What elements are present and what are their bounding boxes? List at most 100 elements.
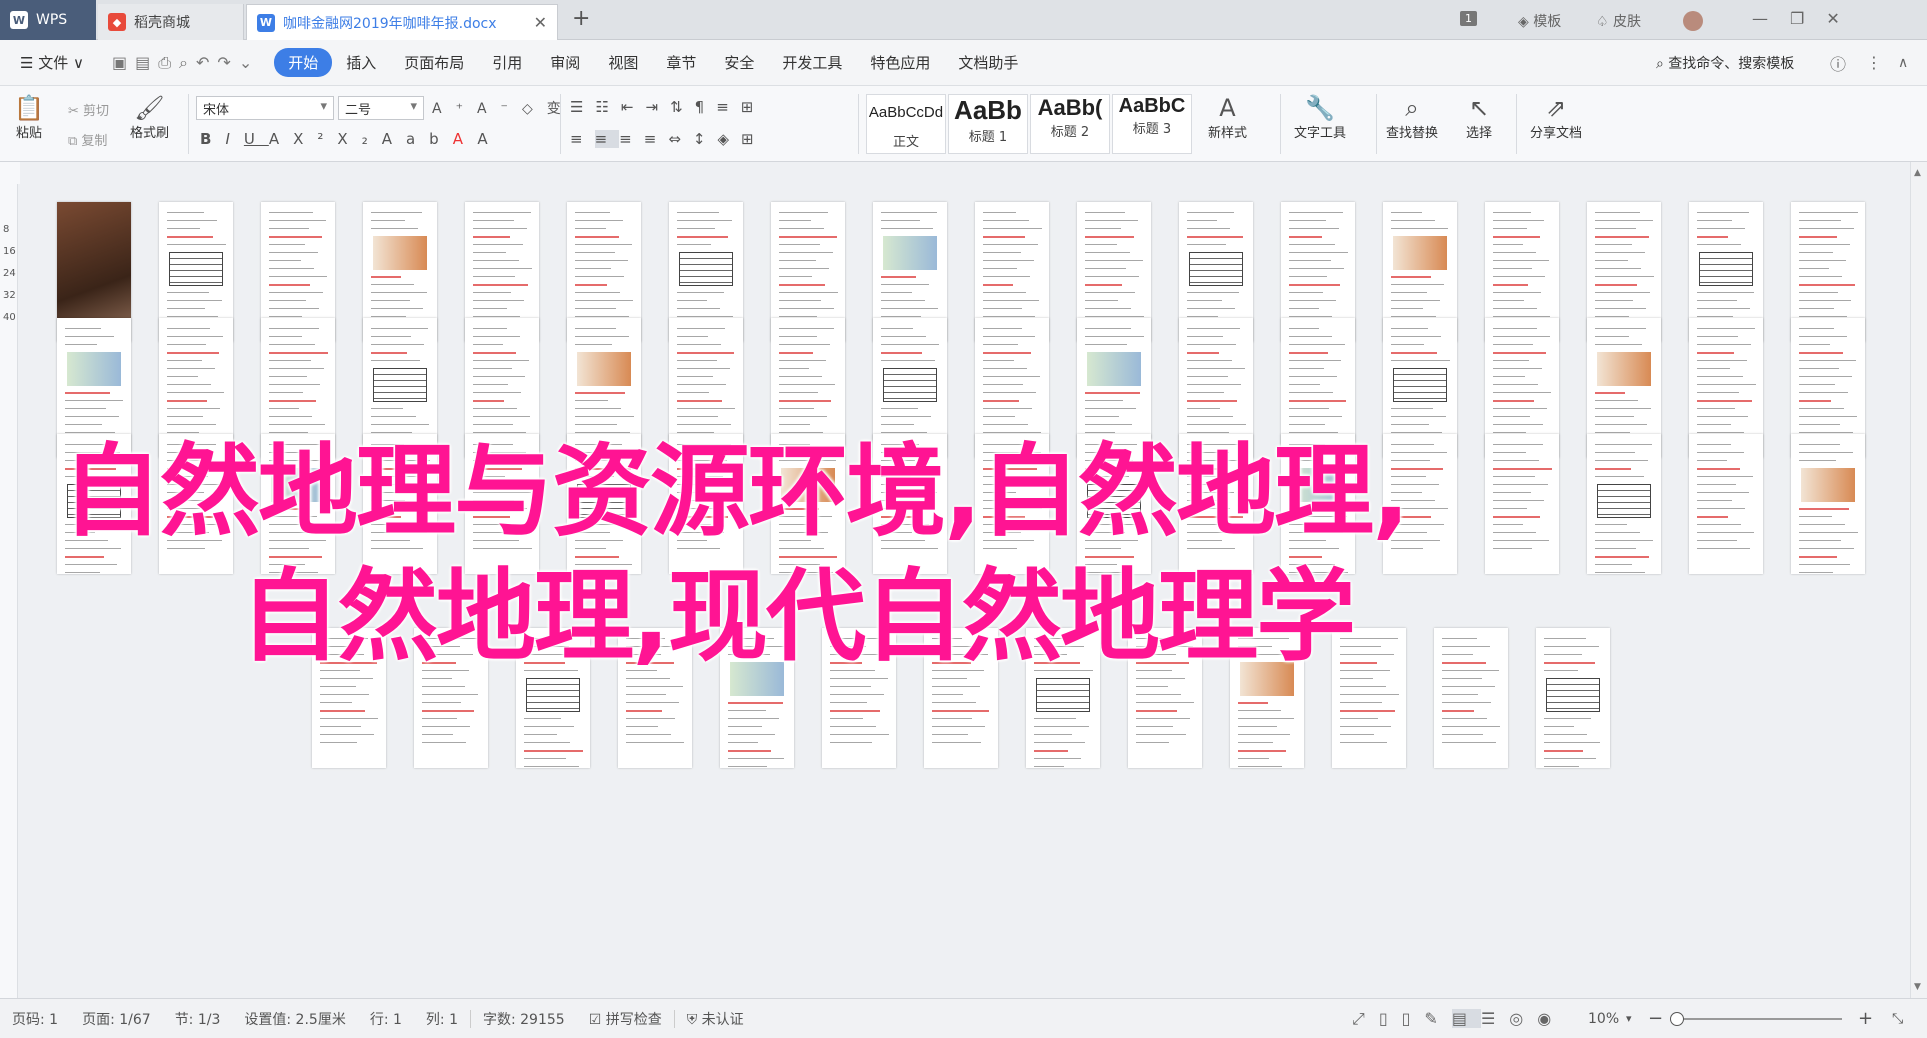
align-center-icon[interactable]: ≡ bbox=[594, 130, 620, 148]
text-effect-icon[interactable]: A bbox=[382, 130, 406, 148]
template-button[interactable]: ◈ 模板 bbox=[1518, 11, 1561, 31]
clear-format-icon[interactable]: ◇ bbox=[522, 101, 547, 117]
menu-file[interactable]: ☰ 文件 ∨ bbox=[0, 52, 98, 73]
new-style-button[interactable]: A 新样式 bbox=[1208, 94, 1247, 141]
strikethrough-icon[interactable]: A bbox=[269, 130, 293, 148]
print-preview-icon[interactable]: ⌕ bbox=[179, 53, 196, 72]
distribute-icon[interactable]: ⇔ bbox=[668, 130, 693, 148]
text-tools-button[interactable]: 🔧 文字工具 bbox=[1294, 94, 1346, 141]
font-color-icon[interactable]: A bbox=[453, 130, 478, 148]
collapse-ribbon-icon[interactable]: ∧ bbox=[1898, 55, 1908, 71]
cut-button[interactable]: ✂ 剪切 bbox=[68, 100, 109, 119]
shading-icon[interactable]: ◈ bbox=[717, 130, 741, 148]
superscript-icon[interactable]: X² bbox=[293, 130, 337, 148]
status-page[interactable]: 页面: 1/67 bbox=[70, 1009, 163, 1029]
status-col[interactable]: 列: 1 bbox=[414, 1009, 470, 1029]
numbering-icon[interactable]: ☷ bbox=[595, 98, 620, 116]
scroll-up-icon[interactable]: ▲ bbox=[1914, 168, 1921, 178]
zoom-dropdown-icon[interactable]: ▾ bbox=[1626, 1012, 1632, 1025]
font-name-select[interactable]: 宋体 ▾ bbox=[196, 96, 334, 120]
close-tab-icon[interactable]: ✕ bbox=[534, 13, 547, 32]
page-thumbnail[interactable] bbox=[1587, 434, 1661, 574]
grow-font-icon[interactable]: A⁺ bbox=[432, 101, 477, 117]
eye-protection-icon[interactable]: ◉ bbox=[1537, 1009, 1565, 1028]
zoom-level[interactable]: 10% bbox=[1588, 1011, 1619, 1027]
menu-page-layout[interactable]: 页面布局 bbox=[390, 52, 478, 73]
zoom-in-icon[interactable]: + bbox=[1858, 1008, 1873, 1029]
find-replace-button[interactable]: ⌕ 查找替换 bbox=[1386, 94, 1438, 141]
line-spacing-icon[interactable]: ≡ bbox=[716, 98, 741, 116]
customize-icon[interactable]: ⌄ bbox=[239, 53, 260, 72]
zoom-slider-thumb[interactable] bbox=[1670, 1012, 1684, 1026]
style-heading-2[interactable]: AaBb( 标题 2 bbox=[1030, 94, 1110, 154]
show-marks-icon[interactable]: ¶ bbox=[695, 98, 717, 116]
help-icon[interactable]: ⓘ bbox=[1830, 51, 1846, 75]
status-word-count[interactable]: 字数: 29155 bbox=[471, 1009, 577, 1029]
new-tab-button[interactable]: + bbox=[572, 6, 590, 31]
page-thumbnail[interactable] bbox=[1485, 434, 1559, 574]
style-normal[interactable]: AaBbCcDd 正文 bbox=[866, 94, 946, 154]
italic-icon[interactable]: I bbox=[225, 130, 243, 148]
menu-features[interactable]: 特色应用 bbox=[856, 52, 944, 73]
close-window-icon[interactable]: ✕ bbox=[1826, 9, 1861, 28]
highlight-icon[interactable]: ab bbox=[406, 130, 453, 148]
skin-button[interactable]: ♤ 皮肤 bbox=[1596, 11, 1641, 31]
print-icon[interactable]: ⎙ bbox=[158, 53, 179, 72]
menu-security[interactable]: 安全 bbox=[710, 52, 768, 73]
scroll-down-icon[interactable]: ▼ bbox=[1914, 982, 1921, 992]
tab-store[interactable]: ◆ 稻壳商城 bbox=[98, 4, 244, 40]
status-page-number[interactable]: 页码: 1 bbox=[0, 1009, 70, 1029]
vertical-scrollbar[interactable]: ▲ ▼ bbox=[1910, 162, 1927, 998]
fit-icon[interactable]: ⤡ bbox=[1892, 1011, 1903, 1027]
shrink-font-icon[interactable]: A⁻ bbox=[477, 101, 522, 117]
table-border-icon[interactable]: ⊞ bbox=[741, 130, 766, 148]
copy-button[interactable]: ⧉ 复制 bbox=[68, 130, 107, 149]
avatar[interactable] bbox=[1683, 11, 1703, 31]
page-view-icon[interactable]: ▤ bbox=[1451, 1008, 1481, 1028]
fullscreen-icon[interactable]: ⤢ bbox=[1352, 1009, 1379, 1028]
page-thumbnail[interactable] bbox=[1689, 434, 1763, 574]
save-icon[interactable]: ▣ bbox=[112, 53, 135, 72]
minimize-icon[interactable]: — bbox=[1752, 9, 1790, 28]
bullets-icon[interactable]: ☰ bbox=[570, 98, 595, 116]
export-pdf-icon[interactable]: ▤ bbox=[135, 53, 158, 72]
tab-document[interactable]: W 咖啡金融网2019年咖啡年报.docx ✕ bbox=[246, 4, 558, 40]
char-shading-icon[interactable]: A bbox=[477, 130, 501, 148]
edit-mode-icon[interactable]: ✎ bbox=[1424, 1009, 1451, 1028]
justify-icon[interactable]: ≡ bbox=[644, 130, 669, 148]
menu-doc-assistant[interactable]: 文档助手 bbox=[944, 52, 1032, 73]
menu-view[interactable]: 视图 bbox=[594, 52, 652, 73]
undo-icon[interactable]: ↶ bbox=[196, 53, 217, 72]
more-icon[interactable]: ⋮ bbox=[1866, 53, 1882, 72]
reading-mode-icon[interactable]: ▯▯ bbox=[1379, 1009, 1425, 1028]
share-document-button[interactable]: ⇗ 分享文档 bbox=[1530, 94, 1582, 141]
font-size-select[interactable]: 二号 ▾ bbox=[338, 96, 424, 120]
decrease-indent-icon[interactable]: ⇤ bbox=[621, 98, 646, 116]
spacing-icon[interactable]: ↕ bbox=[693, 130, 718, 148]
style-heading-1[interactable]: AaBb 标题 1 bbox=[948, 94, 1028, 154]
borders-icon[interactable]: ⊞ bbox=[741, 98, 766, 116]
spell-check-button[interactable]: ☑ 拼写检查 bbox=[577, 1009, 674, 1029]
status-row[interactable]: 行: 1 bbox=[358, 1009, 414, 1029]
page-thumbnail[interactable] bbox=[1536, 628, 1610, 768]
outline-view-icon[interactable]: ☰ bbox=[1481, 1009, 1509, 1028]
format-painter-button[interactable]: 🖌 格式刷 bbox=[130, 94, 169, 141]
bold-icon[interactable]: B bbox=[200, 130, 225, 148]
align-right-icon[interactable]: ≡ bbox=[619, 130, 644, 148]
web-view-icon[interactable]: ◎ bbox=[1509, 1009, 1537, 1028]
tab-wps[interactable]: W WPS bbox=[0, 0, 96, 40]
sort-icon[interactable]: ⇅ bbox=[670, 98, 695, 116]
menu-developer[interactable]: 开发工具 bbox=[768, 52, 856, 73]
select-button[interactable]: ↖ 选择 bbox=[1466, 94, 1492, 141]
menu-section[interactable]: 章节 bbox=[652, 52, 710, 73]
redo-icon[interactable]: ↷ bbox=[217, 53, 238, 72]
underline-icon[interactable]: U bbox=[244, 130, 269, 148]
restore-icon[interactable]: ❐ bbox=[1790, 9, 1826, 28]
command-search[interactable]: ⌕ 查找命令、搜索模板 bbox=[1656, 53, 1794, 73]
subscript-icon[interactable]: X₂ bbox=[337, 130, 381, 148]
menu-insert[interactable]: 插入 bbox=[332, 52, 390, 73]
page-thumbnail[interactable] bbox=[1434, 628, 1508, 768]
menu-start[interactable]: 开始 bbox=[274, 48, 333, 77]
status-section[interactable]: 节: 1/3 bbox=[163, 1009, 233, 1029]
menu-references[interactable]: 引用 bbox=[478, 52, 536, 73]
